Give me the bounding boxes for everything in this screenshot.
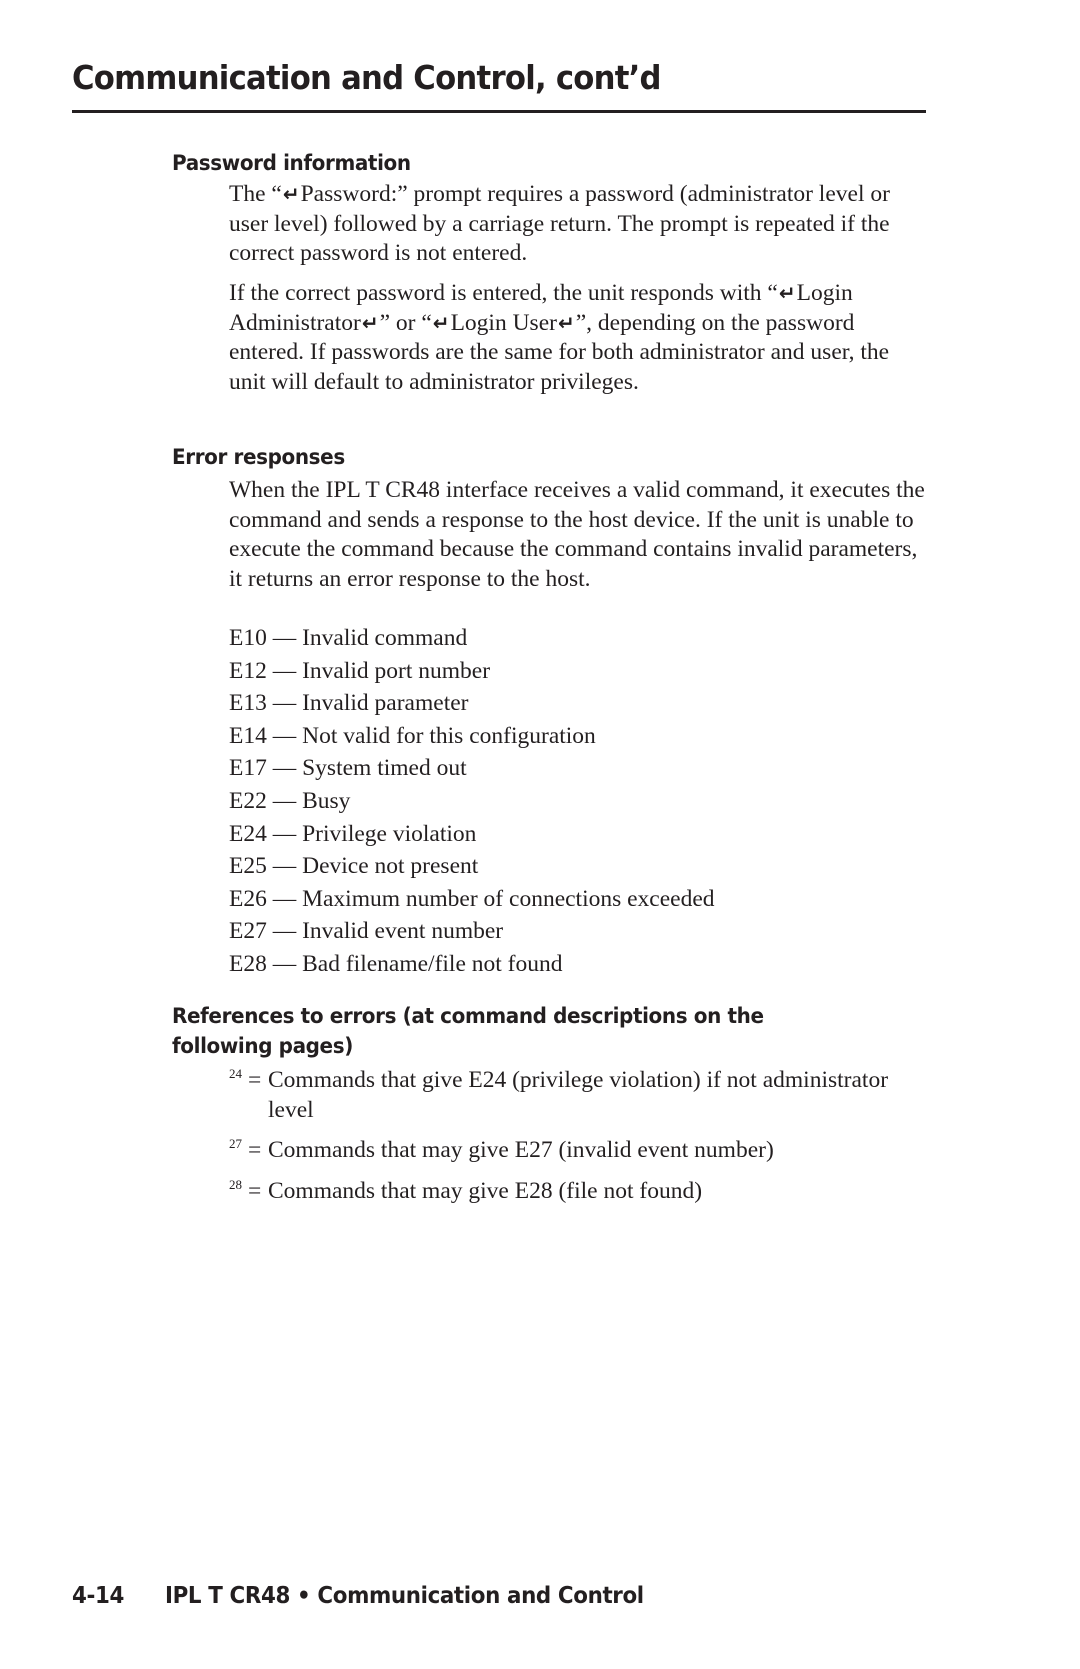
error-item: E24 — Privilege violation: [229, 820, 477, 847]
error-item: E17 — System timed out: [229, 755, 467, 782]
error-item: E27 — Invalid event number: [229, 918, 504, 945]
superscript-marker: 27: [229, 1136, 242, 1151]
error-code: E14: [229, 722, 267, 749]
error-reference-list: 24 = Commands that give E24 (privilege v…: [229, 1066, 909, 1217]
password-paragraph-1: The “↵Password:” prompt requires a passw…: [229, 180, 929, 269]
error-item: E22 — Busy: [229, 787, 351, 814]
error-code: E28: [229, 950, 267, 977]
reference-text: Commands that may give E27 (invalid even…: [268, 1137, 774, 1163]
page-footer: 4-14 IPL T CR48 • Communication and Contr…: [72, 1583, 644, 1609]
error-item: E12 — Invalid port number: [229, 657, 491, 684]
error-description: System timed out: [302, 755, 467, 782]
reference-text: Commands that give E24 (privilege violat…: [268, 1067, 889, 1123]
reference-text: Commands that may give E28 (file not fou…: [268, 1177, 703, 1204]
error-code: E17: [229, 755, 267, 782]
reference-item: 28 = Commands that may give E28 (file no…: [229, 1177, 909, 1207]
references-section-heading: References to errors (at command descrip…: [172, 1001, 764, 1061]
equals-sign: =: [248, 1177, 262, 1204]
text: Password:” prompt requires a password (a…: [229, 181, 890, 266]
password-paragraph-2: If the correct password is entered, the …: [229, 279, 929, 397]
equals-sign: =: [248, 1067, 262, 1093]
superscript-marker: 24: [229, 1066, 242, 1081]
page-title: Communication and Control, cont’d: [72, 58, 662, 97]
superscript-marker: 28: [229, 1176, 242, 1192]
error-description: Invalid event number: [302, 918, 504, 945]
error-item: E26 — Maximum number of connections exce…: [229, 885, 715, 912]
error-description: Device not present: [302, 853, 479, 880]
error-description: Busy: [302, 787, 351, 814]
carriage-return-icon: ↵: [557, 310, 575, 335]
text: Login User: [450, 309, 557, 336]
reference-item: 24 = Commands that give E24 (privilege v…: [229, 1066, 909, 1125]
text: If the correct password is entered, the …: [229, 280, 778, 306]
error-code: E10: [229, 625, 267, 651]
carriage-return-icon: ↵: [432, 310, 450, 335]
error-description: Bad filename/file not found: [302, 950, 563, 977]
heading-line: following pages): [172, 1034, 353, 1058]
password-section-heading: Password information: [172, 151, 411, 175]
page-number: 4-14: [72, 1583, 125, 1609]
error-section-heading: Error responses: [172, 445, 345, 469]
title-divider: [72, 110, 926, 113]
error-code: E22: [229, 787, 267, 814]
heading-line: References to errors (at command descrip…: [172, 1004, 764, 1028]
error-intro-paragraph: When the IPL T CR48 interface receives a…: [229, 477, 925, 592]
error-description: Invalid command: [302, 625, 468, 651]
carriage-return-icon: ↵: [778, 281, 796, 305]
error-item: E14 — Not valid for this configuration: [229, 722, 596, 749]
error-item: E28 — Bad filename/file not found: [229, 950, 563, 977]
error-code: E25: [229, 853, 267, 880]
error-code: E12: [229, 657, 267, 684]
error-item: E13 — Invalid parameter: [229, 690, 469, 717]
equals-sign: =: [248, 1137, 262, 1163]
text: The “: [229, 181, 282, 207]
footer-text: IPL T CR48 • Communication and Control: [165, 1583, 644, 1609]
text: ” or “: [379, 309, 432, 336]
error-description: Privilege violation: [302, 820, 477, 847]
error-code: E26: [229, 885, 267, 912]
error-description: Invalid port number: [302, 657, 491, 684]
error-code: E24: [229, 820, 267, 847]
error-item: E10 — Invalid command: [229, 625, 468, 651]
error-item: E25 — Device not present: [229, 853, 479, 880]
error-code: E13: [229, 690, 267, 717]
error-code: E27: [229, 918, 267, 945]
carriage-return-icon: ↵: [282, 182, 300, 206]
reference-item: 27 = Commands that may give E27 (invalid…: [229, 1136, 909, 1166]
error-description: Not valid for this configuration: [302, 722, 596, 749]
error-code-list: E10 — Invalid command E12 — Invalid port…: [229, 622, 929, 981]
error-description: Invalid parameter: [302, 690, 469, 717]
error-description: Maximum number of connections exceeded: [302, 885, 715, 912]
carriage-return-icon: ↵: [361, 310, 379, 335]
